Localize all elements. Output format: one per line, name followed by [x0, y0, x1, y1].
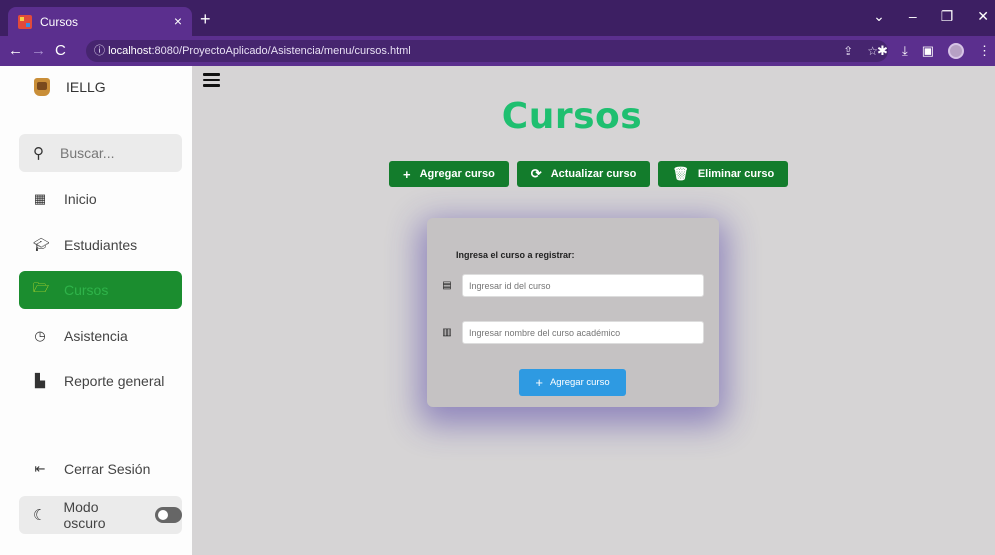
close-tab-icon[interactable]: × — [174, 13, 182, 29]
page-content: IELLG ⚲ Buscar... ▦ Inicio 🎓︎ Estudiante… — [0, 66, 995, 555]
course-id-input[interactable] — [462, 274, 704, 297]
sidebar-item-asistencia[interactable]: ◷ Asistencia — [19, 317, 182, 355]
trash-icon: 🗑︎ — [672, 166, 689, 181]
brand-name: IELLG — [66, 79, 106, 95]
logout-button[interactable]: ⇤ Cerrar Sesión — [19, 450, 182, 488]
browser-window: Cursos × + ⌄ – ❐ ✕ ← → C ⓘ localhost:808… — [0, 0, 995, 555]
minimize-icon[interactable]: – — [909, 8, 917, 25]
refresh-icon: ⟳ — [530, 166, 542, 181]
omnibox-icons: ⇪ ☆ — [843, 40, 878, 62]
logout-icon: ⇤ — [34, 461, 46, 476]
info-icon[interactable]: ⓘ — [94, 45, 105, 57]
sidebar: IELLG ⚲ Buscar... ▦ Inicio 🎓︎ Estudiante… — [0, 66, 192, 555]
submit-add-course-button[interactable]: + Agregar curso — [519, 369, 626, 396]
chevron-down-icon[interactable]: ⌄ — [873, 8, 885, 25]
form-label: Ingresa el curso a registrar: — [456, 250, 575, 260]
favicon-icon — [18, 15, 32, 29]
sidebar-item-cursos[interactable]: 🗁︎ Cursos — [19, 271, 182, 309]
book-icon: ▥ — [442, 327, 452, 338]
clock-icon: ◷ — [34, 328, 46, 343]
forward-icon[interactable]: → — [31, 42, 46, 59]
menu-dots-icon[interactable]: ⋮ — [978, 43, 991, 59]
extension-icons: ✱ ⤓ ▣ ⋮ — [877, 43, 991, 59]
sidebar-item-label: Estudiantes — [64, 237, 138, 253]
url-host: localhost — [108, 45, 152, 57]
course-form-card: Ingresa el curso a registrar: ▤ ▥ + Agre… — [427, 218, 719, 407]
page-title: Cursos — [501, 96, 643, 137]
submit-label: Agregar curso — [549, 377, 610, 388]
graduation-cap-icon: 🎓︎ — [33, 237, 50, 252]
sidebar-item-estudiantes[interactable]: 🎓︎ Estudiantes — [19, 226, 182, 264]
search-placeholder: Buscar... — [60, 145, 115, 161]
sidebar-item-label: Asistencia — [64, 328, 128, 344]
new-tab-icon[interactable]: + — [200, 9, 211, 30]
search-box[interactable]: ⚲ Buscar... — [19, 134, 182, 172]
update-course-button[interactable]: ⟳ Actualizar curso — [516, 161, 651, 187]
id-card-icon: ▤ — [442, 280, 452, 291]
sidebar-item-reporte-general[interactable]: ▙ Reporte general — [19, 362, 182, 400]
sidepanel-icon[interactable]: ▣ — [922, 43, 934, 59]
dark-mode-row: ☾ Modo oscuro — [19, 496, 182, 534]
menu-toggle-icon[interactable] — [203, 73, 220, 87]
logout-label: Cerrar Sesión — [64, 461, 151, 477]
delete-course-label: Eliminar curso — [697, 168, 775, 180]
profile-avatar[interactable] — [948, 43, 964, 59]
browser-toolbar: ← → C ⓘ localhost:8080/ProyectoAplicado/… — [0, 36, 995, 66]
folder-icon: 🗁︎ — [33, 280, 50, 295]
plus-icon: + — [403, 166, 411, 182]
update-course-label: Actualizar curso — [550, 168, 637, 180]
sidebar-item-label: Inicio — [64, 191, 97, 207]
browser-tab[interactable]: Cursos × — [8, 7, 192, 36]
sidebar-item-inicio[interactable]: ▦ Inicio — [19, 180, 182, 218]
back-icon[interactable]: ← — [8, 42, 23, 59]
sidebar-item-label: Reporte general — [64, 373, 165, 389]
search-icon: ⚲ — [33, 145, 44, 162]
brand: IELLG — [34, 78, 106, 96]
tab-strip: Cursos × + ⌄ – ❐ ✕ — [0, 0, 995, 36]
dark-mode-toggle[interactable] — [154, 507, 182, 523]
course-name-row: ▥ — [441, 321, 704, 344]
grid-icon: ▦ — [33, 191, 47, 206]
tab-title: Cursos — [40, 15, 79, 29]
puzzle-icon[interactable]: ✱ — [877, 43, 888, 59]
url-path: :8080/ProyectoAplicado/Asistencia/menu/c… — [151, 45, 411, 57]
delete-course-button[interactable]: 🗑︎ Eliminar curso — [658, 161, 789, 187]
course-id-row: ▤ — [441, 274, 704, 297]
address-bar[interactable]: ⓘ localhost:8080/ProyectoAplicado/Asiste… — [86, 40, 888, 62]
sidebar-item-label: Cursos — [64, 282, 109, 298]
download-icon[interactable]: ⤓ — [902, 43, 908, 59]
plus-icon: + — [535, 375, 543, 390]
course-name-input[interactable] — [462, 321, 704, 344]
moon-icon: ☾ — [33, 507, 47, 524]
dark-mode-label: Modo oscuro — [63, 499, 106, 531]
window-controls: ⌄ – ❐ ✕ — [873, 8, 989, 25]
reload-icon[interactable]: C — [55, 42, 66, 59]
school-logo-icon — [34, 78, 50, 96]
share-icon[interactable]: ⇪ — [843, 40, 853, 62]
close-window-icon[interactable]: ✕ — [977, 8, 989, 25]
restore-icon[interactable]: ❐ — [941, 8, 954, 25]
add-course-label: Agregar curso — [419, 168, 495, 180]
file-chart-icon: ▙ — [35, 373, 45, 388]
action-bar: + Agregar curso ⟳ Actualizar curso 🗑︎ El… — [389, 161, 789, 187]
add-course-button[interactable]: + Agregar curso — [389, 161, 509, 187]
